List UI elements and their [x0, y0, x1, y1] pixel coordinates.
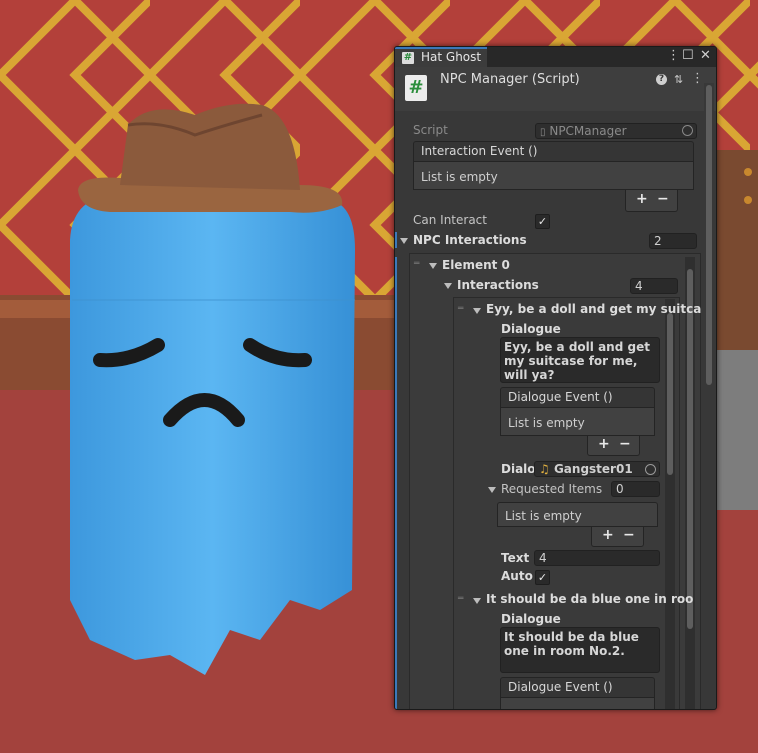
ghost-body — [70, 195, 355, 675]
dialogue-event-list — [500, 698, 655, 709]
requested-items-controls: + − — [591, 527, 644, 547]
audio-clip-icon: ♫ — [539, 462, 550, 476]
remove-icon[interactable]: − — [657, 191, 669, 207]
presets-icon[interactable]: ⇅ — [674, 73, 683, 86]
maximize-icon[interactable]: ☐ — [682, 48, 694, 64]
interaction1-foldout-icon[interactable] — [473, 598, 481, 604]
dialogue-label: Dialogue — [501, 322, 561, 336]
dialogue-label: Dialogue — [501, 612, 561, 626]
interactions-foldout-icon[interactable] — [444, 283, 452, 289]
dialogue-event-controls: + − — [587, 436, 640, 456]
npc-interactions-foldout-icon[interactable] — [400, 238, 408, 244]
element0-foldout-icon[interactable] — [429, 263, 437, 269]
dialogue-textarea[interactable]: It should be da blue one in room No.2. — [500, 627, 660, 673]
hat-crown — [120, 103, 300, 190]
npc-interactions-label[interactable]: NPC Interactions — [413, 233, 527, 247]
dialogue-audio-field[interactable]: ♫ Gangster01 — [534, 461, 660, 477]
modified-indicator-text-speed — [395, 550, 397, 584]
script-label: Script — [413, 123, 448, 137]
add-icon[interactable]: + — [602, 527, 614, 543]
csharp-script-icon: # — [405, 75, 427, 101]
modified-indicator-audio — [395, 461, 397, 477]
component-header[interactable]: # NPC Manager (Script) ? ⇅ ⋮ — [395, 67, 716, 111]
inner-list-scrollbar[interactable] — [665, 299, 675, 709]
requested-items-size-field[interactable]: 0 — [611, 481, 660, 497]
component-title: NPC Manager (Script) — [440, 72, 580, 87]
dialogue-event-list: List is empty — [500, 408, 655, 436]
dialogue-textarea[interactable]: Eyy, be a doll and get my suitcase for m… — [500, 337, 660, 383]
help-icon[interactable]: ? — [656, 74, 667, 85]
script-file-icon: ▯ — [540, 127, 546, 138]
modified-indicator-list — [395, 257, 397, 709]
requested-items-label[interactable]: Requested Items — [501, 482, 602, 496]
drag-handle-icon[interactable]: ═ — [458, 304, 464, 314]
interaction-event-header: Interaction Event () — [413, 141, 694, 162]
script-tab-icon: # — [402, 52, 414, 64]
can-interact-checkbox[interactable]: ✓ — [535, 214, 550, 229]
audio-picker-icon[interactable] — [645, 464, 656, 475]
remove-icon[interactable]: − — [623, 527, 635, 543]
drag-handle-icon[interactable]: ═ — [458, 594, 464, 604]
can-interact-label: Can Interact — [413, 213, 487, 227]
interaction-event-controls: + − — [625, 190, 678, 212]
object-picker-icon[interactable] — [682, 125, 693, 136]
panel-scroll-thumb[interactable] — [706, 85, 712, 385]
component-menu-icon[interactable]: ⋮ — [691, 71, 704, 86]
add-icon[interactable]: + — [598, 436, 610, 452]
interaction0-header[interactable]: Eyy, be a doll and get my suitca — [486, 302, 701, 316]
element0-label[interactable]: Element 0 — [442, 258, 510, 272]
inspector-window: # Hat Ghost ⋮ ☐ ✕ # NPC Manager (Script)… — [394, 46, 717, 710]
requested-items-list: List is empty — [497, 502, 658, 527]
dialogue-audio-label: Dialo — [501, 462, 536, 476]
requested-items-foldout-icon[interactable] — [488, 487, 496, 493]
close-icon[interactable]: ✕ — [700, 48, 711, 64]
add-icon[interactable]: + — [636, 191, 648, 207]
outer-list-scrollbar[interactable] — [685, 257, 695, 709]
script-value: NPCManager — [549, 124, 627, 138]
window-menu-icon[interactable]: ⋮ — [667, 48, 680, 64]
window-titlebar: # Hat Ghost ⋮ ☐ ✕ — [395, 47, 716, 67]
dialogue-event-header: Dialogue Event () — [500, 387, 655, 408]
inner-scroll-thumb[interactable] — [667, 313, 673, 475]
empty-list-text: List is empty — [421, 170, 498, 184]
npc-interactions-size-field[interactable]: 2 — [649, 233, 697, 249]
audio-clip-value: Gangster01 — [553, 462, 633, 476]
interactions-size-field[interactable]: 4 — [630, 278, 678, 294]
interactions-label[interactable]: Interactions — [457, 278, 539, 292]
tab-hat-ghost[interactable]: # Hat Ghost — [395, 47, 487, 67]
drag-handle-icon[interactable]: ═ — [414, 259, 420, 269]
empty-list-text: List is empty — [508, 416, 585, 430]
tab-title: Hat Ghost — [421, 50, 482, 64]
auto-checkbox[interactable]: ✓ — [535, 570, 550, 585]
panel-scrollbar[interactable] — [704, 83, 714, 705]
outer-scroll-thumb[interactable] — [687, 269, 693, 629]
text-speed-field[interactable]: 4 — [534, 550, 660, 566]
modified-indicator — [395, 232, 397, 248]
interaction0-foldout-icon[interactable] — [473, 308, 481, 314]
script-field: ▯ NPCManager — [535, 123, 697, 139]
dialogue-event-header: Dialogue Event () — [500, 677, 655, 698]
interaction1-header[interactable]: It should be da blue one in roo — [486, 592, 693, 606]
remove-icon[interactable]: − — [619, 436, 631, 452]
empty-list-text: List is empty — [505, 509, 582, 523]
auto-label: Auto — [501, 569, 533, 583]
interaction-event-list: List is empty — [413, 162, 694, 190]
